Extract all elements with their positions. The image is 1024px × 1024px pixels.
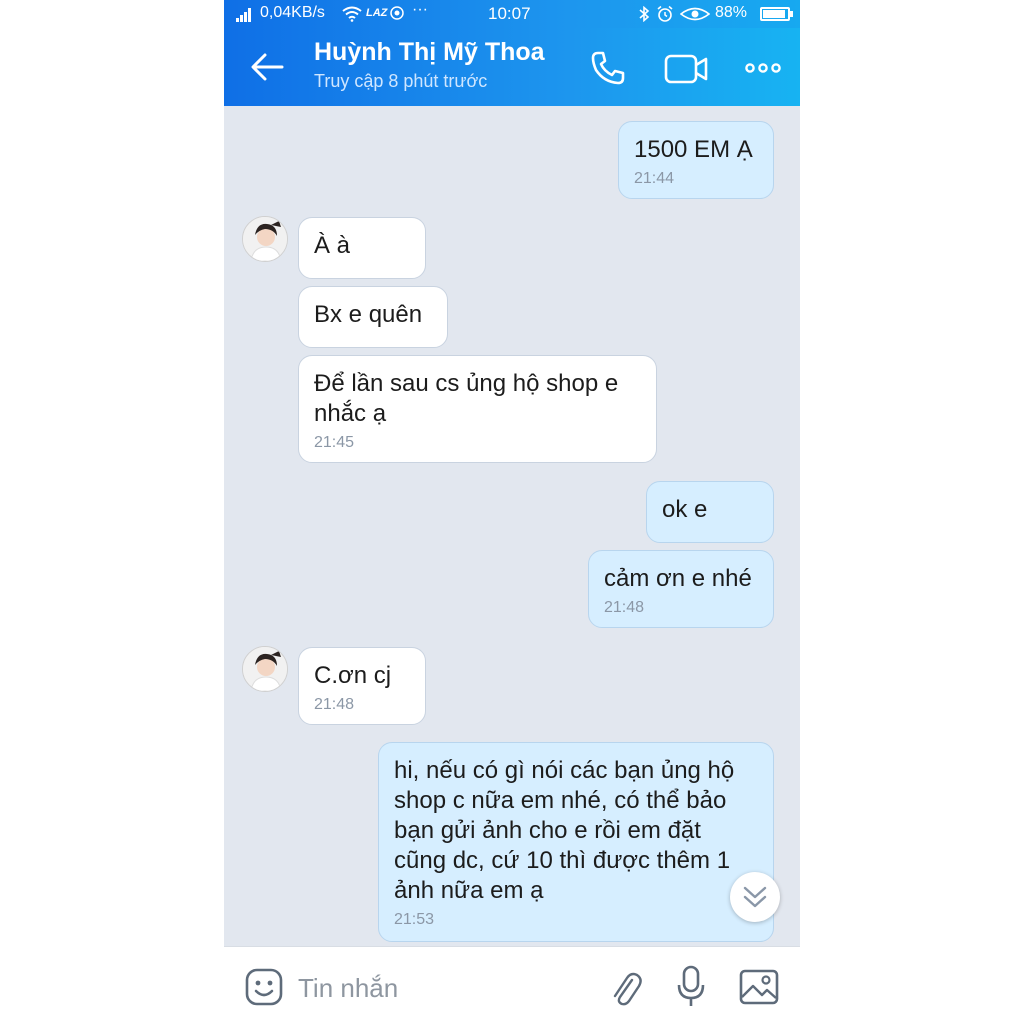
message-text: hi, nếu có gì nói các bạn ủng hộ shop c … bbox=[394, 757, 735, 904]
wifi-icon bbox=[342, 6, 362, 22]
message-time: 21:48 bbox=[604, 599, 645, 616]
message-bubble-incoming[interactable]: Để lần sau cs ủng hộ shop e nhắc ạ 21:45 bbox=[298, 355, 657, 463]
message-time: 21:53 bbox=[394, 911, 435, 928]
message-input[interactable] bbox=[296, 967, 540, 1009]
message-bubble-incoming[interactable]: Bx e quên bbox=[298, 286, 448, 348]
eye-icon bbox=[680, 7, 710, 21]
chat-screen: 0,04KB/s LAZ ··· 10:07 88% Huỳnh Thị Mỹ … bbox=[224, 0, 800, 1024]
message-time: 21:45 bbox=[314, 434, 355, 451]
message-text: À à bbox=[314, 232, 351, 259]
message-text: 1500 EM Ạ bbox=[634, 136, 753, 163]
contact-status: Truy cập 8 phút trước bbox=[314, 71, 488, 91]
message-text: Bx e quên bbox=[314, 301, 423, 328]
message-bubble-incoming[interactable]: À à bbox=[298, 217, 426, 279]
message-text: C.ơn cj bbox=[314, 662, 392, 689]
lazada-icon: LAZ bbox=[366, 7, 388, 19]
paperclip-icon[interactable] bbox=[608, 967, 642, 1007]
more-notifications: ··· bbox=[412, 1, 428, 18]
avatar[interactable] bbox=[242, 646, 288, 692]
chat-header: Huỳnh Thị Mỹ Thoa Truy cập 8 phút trước bbox=[224, 28, 800, 106]
message-bubble-outgoing[interactable]: 1500 EM Ạ 21:44 bbox=[618, 121, 774, 199]
back-arrow-icon[interactable] bbox=[250, 50, 286, 84]
video-camera-icon[interactable] bbox=[664, 52, 708, 86]
emoji-icon[interactable] bbox=[244, 967, 284, 1007]
avatar[interactable] bbox=[242, 216, 288, 262]
message-text: Để lần sau cs ủng hộ shop e nhắc ạ bbox=[314, 370, 619, 427]
message-bubble-incoming[interactable]: C.ơn cj 21:48 bbox=[298, 647, 426, 725]
message-time: 21:48 bbox=[314, 696, 355, 713]
message-time: 21:44 bbox=[634, 170, 675, 187]
app-notification-icon bbox=[390, 6, 404, 20]
status-time: 10:07 bbox=[488, 4, 531, 23]
message-text: cảm ơn e nhé bbox=[604, 565, 752, 592]
battery-icon bbox=[760, 7, 793, 21]
phone-icon[interactable] bbox=[590, 50, 626, 86]
scroll-to-bottom-button[interactable] bbox=[730, 872, 780, 922]
message-bubble-outgoing[interactable]: hi, nếu có gì nói các bạn ủng hộ shop c … bbox=[378, 742, 774, 942]
message-bubble-outgoing[interactable]: ok e bbox=[646, 481, 774, 543]
image-icon[interactable] bbox=[738, 967, 780, 1007]
microphone-icon[interactable] bbox=[676, 965, 706, 1009]
message-input-bar bbox=[224, 946, 800, 1024]
contact-name[interactable]: Huỳnh Thị Mỹ Thoa bbox=[314, 38, 545, 67]
status-bar: 0,04KB/s LAZ ··· 10:07 88% bbox=[224, 0, 800, 28]
alarm-icon bbox=[657, 5, 673, 22]
message-list[interactable]: 1500 EM Ạ 21:44 À à Bx e quên Để lần sau… bbox=[224, 106, 800, 946]
avatar-photo bbox=[243, 217, 287, 261]
network-speed: 0,04KB/s bbox=[260, 4, 325, 21]
more-dots-icon[interactable] bbox=[744, 54, 782, 82]
chevron-double-down-icon bbox=[743, 886, 767, 908]
avatar-photo bbox=[243, 647, 287, 691]
battery-percent: 88% bbox=[715, 4, 748, 21]
bluetooth-icon bbox=[639, 6, 650, 22]
message-text: ok e bbox=[662, 496, 708, 523]
signal-icon bbox=[236, 8, 252, 22]
message-bubble-outgoing[interactable]: cảm ơn e nhé 21:48 bbox=[588, 550, 774, 628]
